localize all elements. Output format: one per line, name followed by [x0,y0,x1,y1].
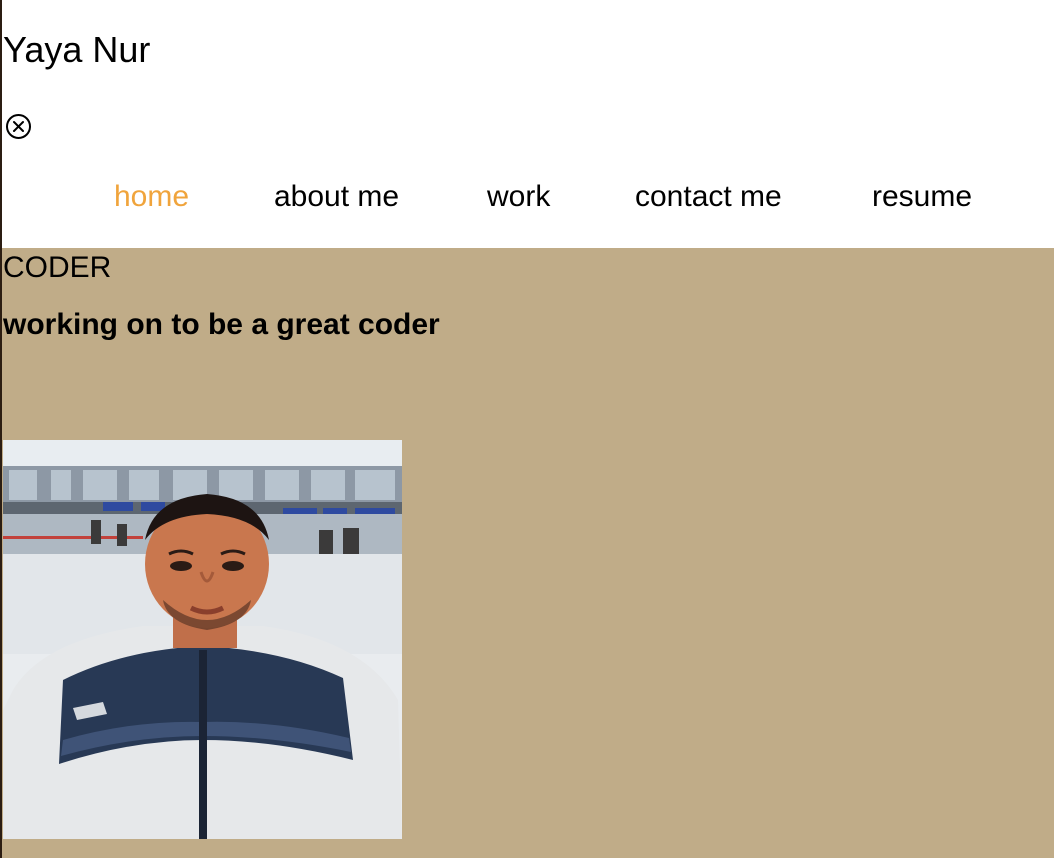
nav-about-me-link[interactable]: about me [274,177,399,217]
site-header: Yaya Nur home about me work contact me r… [2,0,1054,248]
nav-resume-link[interactable]: resume [872,177,972,217]
main-nav: home about me work contact me resume [2,177,1054,221]
hero-section: CODER working on to be a great coder [2,248,1054,858]
nav-home-link[interactable]: home [114,177,189,217]
profile-photo [3,440,402,839]
nav-work-link[interactable]: work [487,177,550,217]
site-title: Yaya Nur [3,29,151,70]
profile-photo-illustration [3,440,402,839]
hero-title: CODER [3,251,112,284]
nav-contact-me-link[interactable]: contact me [635,177,782,217]
page: Yaya Nur home about me work contact me r… [0,0,1054,858]
hero-subtitle: working on to be a great coder [3,308,440,341]
circle-x-icon [6,114,31,139]
close-button[interactable] [4,112,33,141]
